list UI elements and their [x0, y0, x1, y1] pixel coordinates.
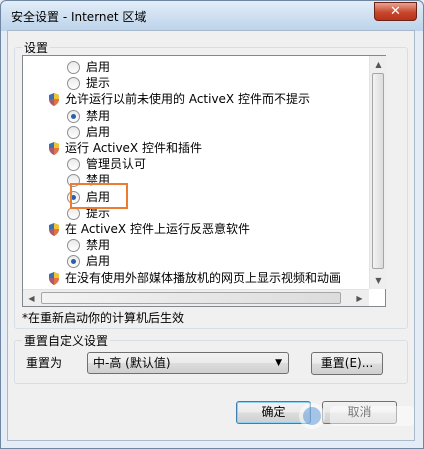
window-title: 安全设置 - Internet 区域 — [11, 10, 147, 24]
vertical-scroll-thumb[interactable] — [372, 73, 384, 269]
reset-group-label: 重置自定义设置 — [22, 332, 111, 349]
title-bar[interactable]: 安全设置 - Internet 区域 ✕ — [1, 1, 423, 31]
highlight-annotation-box — [70, 183, 128, 209]
setting-option-label: 提示 — [86, 76, 111, 91]
setting-category-label: 在 ActiveX 控件上运行反恶意软件 — [65, 222, 250, 236]
close-button[interactable]: ✕ — [374, 2, 417, 21]
reset-button[interactable]: 重置(E)... — [311, 352, 383, 375]
setting-category-label: 运行 ActiveX 控件和插件 — [65, 141, 202, 155]
reset-level-value: 中-高 (默认值) — [93, 356, 171, 370]
setting-category-label: 允许运行以前未使用的 ActiveX 控件而不提示 — [65, 92, 310, 107]
restart-note: *在重新启动你的计算机后生效 — [22, 311, 185, 325]
radio-unchecked-icon[interactable] — [67, 158, 80, 172]
radio-checked-icon[interactable] — [67, 109, 80, 123]
chevron-down-icon: ▼ — [275, 358, 282, 368]
radio-unchecked-icon[interactable] — [67, 239, 80, 253]
security-shield-icon — [49, 93, 59, 107]
scroll-right-arrow-icon[interactable]: ▶ — [351, 290, 368, 307]
settings-listbox[interactable]: 启用 提示 允许运行以前未使用的 ActiveX 控件而不提示 禁用 启用 运行 Acti… — [22, 55, 386, 307]
radio-checked-icon[interactable] — [67, 255, 80, 269]
horizontal-scrollbar[interactable]: ◀ ▶ — [23, 289, 369, 306]
security-shield-icon — [49, 271, 59, 285]
setting-option-label: 禁用 — [86, 238, 111, 253]
scroll-up-arrow-icon[interactable]: ▲ — [370, 56, 387, 73]
security-shield-icon — [49, 223, 59, 236]
setting-option-label: 管理员认可 — [86, 157, 147, 172]
setting-option-label: 启用 — [86, 124, 111, 139]
radio-unchecked-icon[interactable] — [67, 125, 80, 139]
security-shield-icon — [49, 142, 59, 155]
radio-unchecked-icon[interactable] — [67, 77, 80, 91]
settings-list: 启用 提示 允许运行以前未使用的 ActiveX 控件而不提示 禁用 启用 运行 Acti… — [23, 56, 369, 289]
reset-to-label: 重置为 — [26, 356, 63, 370]
scroll-down-arrow-icon[interactable]: ▼ — [370, 272, 387, 289]
vertical-scrollbar[interactable]: ▲ ▼ — [369, 56, 386, 289]
radio-unchecked-icon[interactable] — [67, 61, 80, 74]
watermark-logo-icon — [299, 403, 414, 429]
setting-category-label: 在没有使用外部媒体播放机的网页上显示视频和动画 — [65, 270, 342, 285]
scroll-left-arrow-icon[interactable]: ◀ — [23, 290, 40, 307]
setting-option-label: 启用 — [86, 60, 111, 74]
setting-option-label: 禁用 — [86, 108, 111, 123]
settings-group-label: 设置 — [22, 39, 51, 56]
reset-level-select[interactable]: 中-高 (默认值) ▼ — [87, 352, 289, 374]
horizontal-scroll-thumb[interactable] — [41, 292, 341, 304]
setting-option-label: 启用 — [86, 254, 111, 269]
